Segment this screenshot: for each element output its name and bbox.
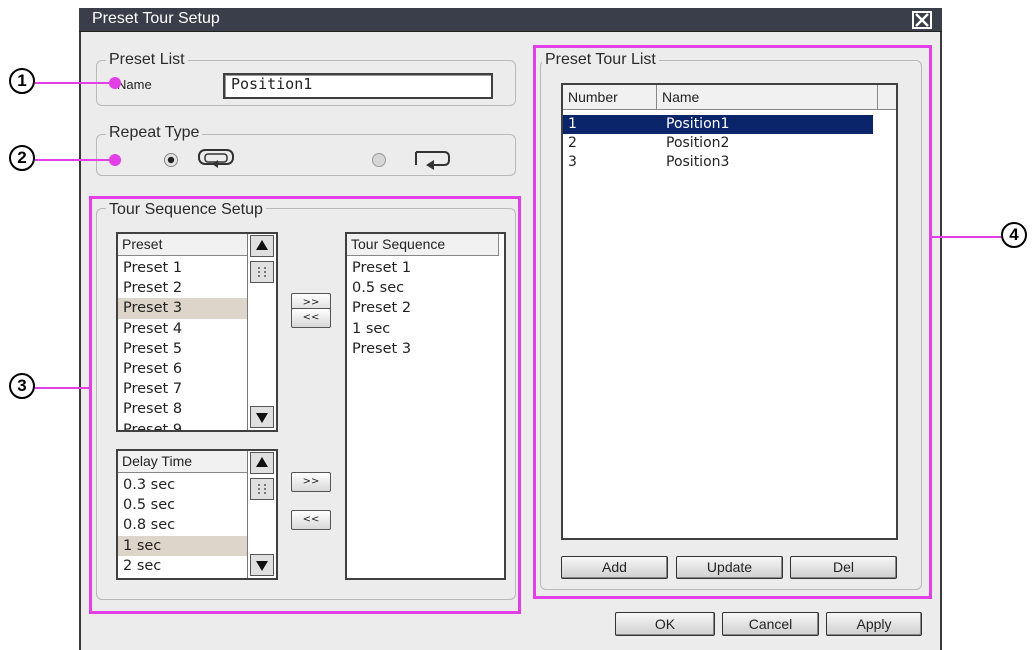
close-icon xyxy=(915,13,929,27)
callout-1-line xyxy=(35,82,115,84)
repeat-once-icon xyxy=(415,151,450,170)
callout-4-line xyxy=(931,236,1001,238)
callout-4-box xyxy=(533,45,932,599)
window-title: Preset Tour Setup xyxy=(92,10,220,27)
preset-list-legend: Preset List xyxy=(106,51,188,69)
callout-3-box xyxy=(89,196,521,614)
name-label: Name xyxy=(117,77,152,92)
name-field[interactable]: Position1 xyxy=(223,73,493,99)
callout-1-dot xyxy=(109,77,121,89)
callout-2: 2 xyxy=(9,145,35,171)
cancel-button[interactable]: Cancel xyxy=(722,612,819,636)
callout-2-line xyxy=(35,159,115,161)
callout-4: 4 xyxy=(1001,222,1027,248)
callout-3: 3 xyxy=(9,373,35,399)
close-button[interactable] xyxy=(912,11,932,29)
callout-3-line xyxy=(35,387,91,389)
repeat-once-radio[interactable] xyxy=(371,152,387,168)
apply-button[interactable]: Apply xyxy=(826,612,922,636)
repeat-type-legend: Repeat Type xyxy=(106,124,203,142)
ok-button[interactable]: OK xyxy=(615,612,715,636)
repeat-loop-icon xyxy=(198,149,234,168)
repeat-loop-radio[interactable] xyxy=(163,152,179,168)
callout-2-dot xyxy=(109,154,121,166)
callout-1: 1 xyxy=(9,68,35,94)
